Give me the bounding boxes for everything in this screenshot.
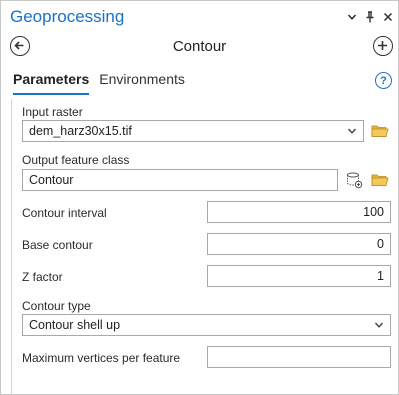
tab-parameters[interactable]: Parameters	[13, 71, 90, 95]
input-raster-label: Input raster	[22, 105, 83, 119]
folder-icon[interactable]	[371, 124, 389, 138]
z-factor-label: Z factor	[22, 270, 63, 284]
geoprocessing-pane: Geoprocessing Contour Parameters Environ…	[0, 0, 399, 395]
base-contour-value: 0	[377, 237, 384, 251]
chevron-down-icon[interactable]	[345, 9, 359, 25]
add-icon[interactable]	[373, 36, 393, 56]
pane-title-bar: Geoprocessing	[1, 1, 398, 33]
pane-title: Geoprocessing	[10, 7, 125, 26]
folder-icon[interactable]	[371, 173, 389, 187]
max-vertices-label: Maximum vertices per feature	[22, 351, 181, 365]
contour-interval-value: 100	[363, 205, 384, 219]
output-feature-class-label: Output feature class	[22, 153, 130, 167]
back-arrow-icon[interactable]	[10, 36, 30, 56]
close-icon[interactable]	[381, 9, 395, 25]
chevron-down-icon	[347, 128, 357, 134]
parameters-panel: Input raster dem_harz30x15.tif Output fe…	[11, 99, 398, 395]
tool-header: Contour	[1, 33, 398, 61]
contour-interval-label: Contour interval	[22, 206, 107, 220]
z-factor-input[interactable]: 1	[207, 265, 391, 287]
pin-icon[interactable]	[363, 9, 377, 25]
contour-interval-input[interactable]: 100	[207, 201, 391, 223]
chevron-down-icon	[374, 322, 384, 328]
tool-tabs: Parameters Environments	[13, 71, 195, 95]
output-feature-class-value: Contour	[29, 173, 74, 187]
help-icon[interactable]: ?	[375, 72, 392, 89]
base-contour-label: Base contour	[22, 238, 93, 252]
max-vertices-input[interactable]	[207, 346, 391, 368]
output-feature-class-input[interactable]: Contour	[22, 169, 338, 191]
contour-type-label: Contour type	[22, 299, 91, 313]
geodatabase-icon[interactable]	[345, 171, 363, 189]
contour-type-dropdown[interactable]: Contour shell up	[22, 314, 391, 336]
base-contour-input[interactable]: 0	[207, 233, 391, 255]
input-raster-dropdown[interactable]: dem_harz30x15.tif	[22, 120, 364, 142]
input-raster-value: dem_harz30x15.tif	[29, 124, 132, 138]
contour-type-value: Contour shell up	[29, 318, 121, 332]
z-factor-value: 1	[377, 269, 384, 283]
tool-title: Contour	[172, 38, 227, 55]
tab-environments[interactable]: Environments	[99, 71, 185, 95]
